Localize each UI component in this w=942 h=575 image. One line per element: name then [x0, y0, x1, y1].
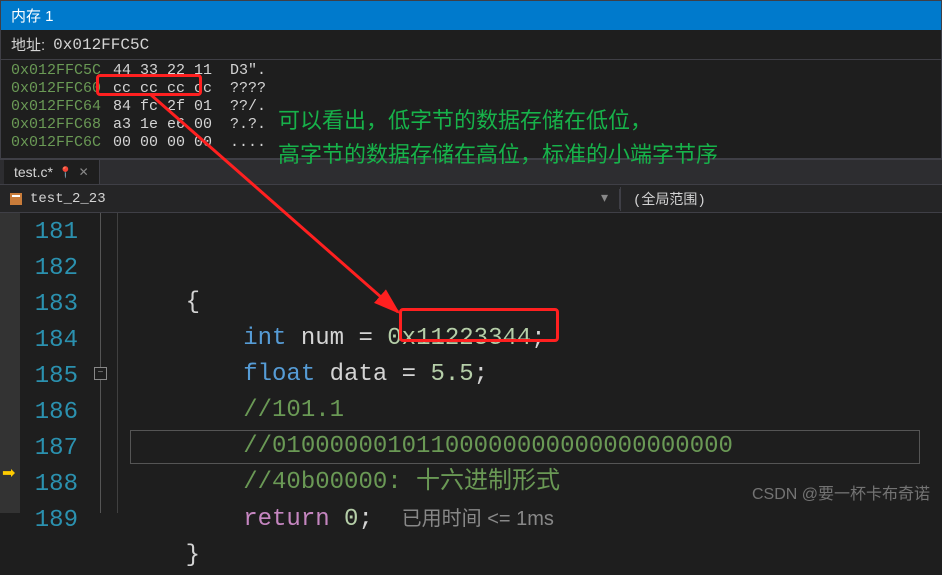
chevron-down-icon: ▾	[601, 190, 611, 207]
address-value[interactable]: 0x012FFC5C	[53, 36, 149, 54]
memory-address-bar: 地址: 0x012FFC5C	[1, 30, 941, 60]
watermark: CSDN @要一杯卡布奇诺	[752, 480, 930, 504]
line-numbers: 181182183184185186187188189	[20, 213, 92, 513]
tab-test-c[interactable]: test.c* 📍 ✕	[4, 160, 100, 184]
address-label: 地址:	[11, 34, 45, 55]
annotation-box	[399, 308, 559, 342]
annotation-box	[96, 74, 202, 96]
fold-toggle[interactable]: −	[94, 367, 107, 380]
code-editor[interactable]: ➡ 181182183184185186187188189 − { int nu…	[0, 213, 942, 513]
pin-icon[interactable]: 📍	[59, 166, 73, 179]
scope-global[interactable]: (全局范围)	[620, 187, 942, 211]
project-icon	[8, 191, 24, 207]
scope-project[interactable]: test_2_23 ▾	[0, 189, 620, 209]
close-icon[interactable]: ✕	[79, 165, 89, 179]
execution-arrow-icon: ➡	[2, 463, 15, 483]
memory-panel-title: 内存 1	[1, 1, 941, 30]
code-content[interactable]: { int num = 0x11223344; float data = 5.5…	[118, 213, 733, 513]
tab-label: test.c*	[14, 164, 53, 180]
timing-hint: 已用时间 <= 1ms	[402, 508, 554, 530]
fold-gutter: −	[92, 213, 118, 513]
scope-bar: test_2_23 ▾ (全局范围)	[0, 185, 942, 213]
annotation-text: 可以看出，低字节的数据存储在低位， 高字节的数据存储在高位，标准的小端字节序	[278, 104, 718, 172]
